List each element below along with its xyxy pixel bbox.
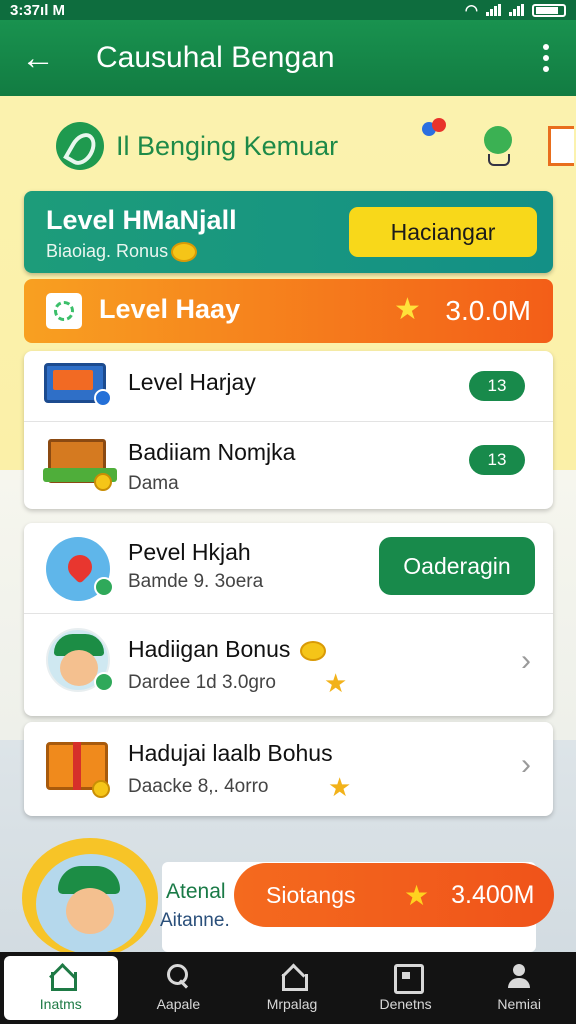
list-item-sub: Daacke 8,. 4orro xyxy=(128,776,269,797)
star-icon: ★ xyxy=(328,772,352,802)
coin-icon xyxy=(299,640,326,661)
nav-item-profile[interactable]: Nemiai xyxy=(462,952,576,1024)
promo-value: 3.400M xyxy=(451,880,535,909)
hearts-icon xyxy=(422,118,452,148)
level-banner-button[interactable]: Haciangar xyxy=(349,207,537,257)
reward-list-top: Level Harjay 13 Badiiam Nomjka Dama 13 xyxy=(24,351,553,509)
box-icon xyxy=(393,964,424,994)
star-icon: ★ xyxy=(404,879,430,911)
list-item-sub: Dardee 1d 3.0gro xyxy=(128,672,276,693)
plus-badge-icon xyxy=(94,672,114,692)
brand-name: Il Benging Kemuar xyxy=(116,130,339,161)
list-item[interactable]: Badiiam Nomjka Dama 13 xyxy=(24,421,553,509)
list-item-sub: Bamde 9. 3oera xyxy=(128,571,264,592)
brand-logo-icon xyxy=(56,122,104,170)
list-item-name: Hadujai laalb Bohus xyxy=(128,740,333,766)
status-bar: 3:37ıl M ◠ xyxy=(0,0,576,20)
user-icon xyxy=(506,964,532,988)
nav-label: Inatms xyxy=(39,996,82,1012)
nav-label: Nemiai xyxy=(497,996,541,1012)
home-icon xyxy=(48,964,77,991)
nav-label: Aapale xyxy=(156,996,201,1012)
battery-icon xyxy=(532,3,566,17)
status-icons: ◠ xyxy=(465,1,566,19)
level-banner-title: Level HMaNjall xyxy=(46,205,237,235)
promo-button[interactable]: Siotangs ★ 3.400M xyxy=(234,863,554,927)
count-badge: 13 xyxy=(469,445,525,475)
star-icon: ★ xyxy=(324,668,348,698)
tag-icon xyxy=(548,126,574,166)
list-item-name: Pevel Hkjah xyxy=(128,539,251,565)
house-icon xyxy=(279,964,308,991)
signal-icon xyxy=(486,4,501,16)
list-item[interactable]: Level Harjay 13 xyxy=(24,351,553,421)
coin-icon xyxy=(92,780,110,798)
chevron-right-icon: › xyxy=(521,748,531,781)
level-bar[interactable]: Level Haay ★ 3.0.0M xyxy=(24,279,553,343)
reward-list-middle: Pevel Hkjah Bamde 9. 3oera Oaderagin Had… xyxy=(24,523,553,716)
nav-item-house[interactable]: Mrpalag xyxy=(235,952,349,1024)
signal-icon-2 xyxy=(509,4,524,16)
wifi-icon: ◠ xyxy=(464,2,478,19)
list-item-name: Level Harjay xyxy=(128,369,256,395)
brand-row: Il Benging Kemuar xyxy=(56,118,576,174)
arrow-left-icon[interactable]: ← xyxy=(0,20,76,96)
plus-badge-icon xyxy=(94,577,114,597)
app-bar: ← Causuhal Bengan xyxy=(0,20,576,96)
page-title: Causuhal Bengan xyxy=(96,41,335,74)
more-vert-icon[interactable] xyxy=(516,20,576,96)
level-bar-title: Level Haay xyxy=(99,294,241,324)
search-icon xyxy=(165,964,191,988)
promo-subtitle: Aitanne. xyxy=(160,910,230,931)
level-bar-value: 3.0.0M xyxy=(445,295,531,326)
mascot-icon xyxy=(482,124,516,168)
chevron-right-icon: › xyxy=(521,644,531,677)
bottom-nav: Inatms Aapale Mrpalag Denetns Nemiai xyxy=(0,952,576,1024)
nav-label: Mrpalag xyxy=(266,996,318,1012)
level-banner: Level HMaNjall Biaoiag. Ronus Haciangar xyxy=(24,191,553,273)
reward-list-bottom: Hadujai laalb Bohus Daacke 8,. 4orro ★ › xyxy=(24,722,553,816)
list-item[interactable]: Pevel Hkjah Bamde 9. 3oera Oaderagin xyxy=(24,523,553,613)
star-icon: ★ xyxy=(394,293,421,326)
list-item-name: Badiiam Nomjka xyxy=(128,439,296,465)
list-item-name: Hadiigan Bonus xyxy=(128,636,326,663)
level-banner-subtitle: Biaoiag. Ronus xyxy=(46,241,198,263)
list-item[interactable]: Hadujai laalb Bohus Daacke 8,. 4orro ★ › xyxy=(24,722,553,816)
list-item-action-button[interactable]: Oaderagin xyxy=(379,537,535,595)
badge-icon xyxy=(94,389,112,407)
coin-icon xyxy=(171,242,198,263)
puzzle-icon xyxy=(46,293,82,329)
nav-item-search[interactable]: Aapale xyxy=(122,952,236,1024)
nav-label: Denetns xyxy=(379,996,432,1012)
promo-avatar xyxy=(22,838,158,958)
count-badge: 13 xyxy=(469,371,525,401)
promo-title: Atenal xyxy=(166,880,226,903)
promo-button-label: Siotangs xyxy=(266,881,356,908)
nav-item-home[interactable]: Inatms xyxy=(4,956,118,1020)
nav-item-box[interactable]: Denetns xyxy=(349,952,463,1024)
coin-icon xyxy=(94,473,112,491)
status-time: 3:37ıl M xyxy=(10,1,66,19)
list-item-sub: Dama xyxy=(128,473,179,494)
list-item[interactable]: Hadiigan Bonus Dardee 1d 3.0gro ★ › xyxy=(24,614,553,716)
